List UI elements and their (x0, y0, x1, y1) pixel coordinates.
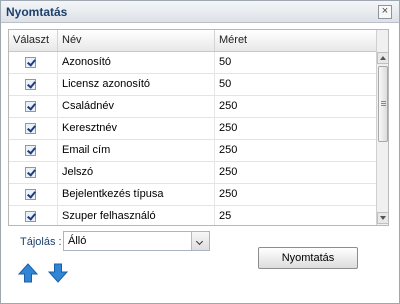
chevron-down-icon[interactable] (191, 232, 209, 250)
arrow-up-icon[interactable] (18, 263, 38, 283)
name-cell: Családnév (58, 96, 215, 118)
fields-grid: Választ Név Méret Azonosító 50 Licensz a… (8, 29, 389, 226)
scroll-down-button[interactable] (377, 212, 388, 224)
grip-icon (381, 101, 386, 102)
orientation-select[interactable]: Álló (63, 231, 210, 251)
row-checkbox[interactable] (25, 145, 36, 156)
select-cell (9, 184, 58, 206)
select-cell (9, 96, 58, 118)
name-cell: Bejelentkezés típusa (58, 184, 215, 206)
select-cell (9, 140, 58, 162)
name-cell: Keresztnév (58, 118, 215, 140)
vertical-scrollbar[interactable] (376, 30, 388, 225)
select-cell (9, 162, 58, 184)
row-checkbox[interactable] (25, 167, 36, 178)
size-cell: 250 (219, 144, 238, 156)
print-dialog: Nyomtatás × Választ Név Méret Azonosító … (0, 0, 400, 304)
table-row[interactable]: Email cím 250 (9, 140, 376, 162)
scroll-up-icon (380, 56, 386, 60)
size-cell: 250 (219, 188, 238, 200)
orientation-label: Tájolás : (20, 236, 62, 248)
name-cell: Azonosító (58, 52, 215, 74)
select-cell (9, 118, 58, 140)
size-cell: 250 (219, 166, 238, 178)
name-cell: Licensz azonosító (58, 74, 215, 96)
table-row[interactable]: Családnév 250 (9, 96, 376, 118)
table-row[interactable]: Azonosító 50 (9, 52, 376, 74)
select-cell (9, 74, 58, 96)
name-cell: Jelszó (58, 162, 215, 184)
size-cell: 50 (219, 78, 232, 90)
row-checkbox[interactable] (25, 101, 36, 112)
name-cell: Szuper felhasználó (58, 206, 215, 225)
row-checkbox[interactable] (25, 79, 36, 90)
print-button[interactable]: Nyomtatás (258, 247, 358, 269)
close-button[interactable]: × (378, 5, 392, 19)
grip-icon (381, 105, 386, 106)
dialog-titlebar: Nyomtatás × (1, 1, 399, 23)
size-cell: 25 (219, 210, 232, 222)
size-cell: 50 (219, 56, 232, 68)
scroll-up-button[interactable] (377, 52, 388, 64)
table-row[interactable]: Licensz azonosító 50 (9, 74, 376, 96)
row-checkbox[interactable] (25, 57, 36, 68)
table-row[interactable]: Jelszó 250 (9, 162, 376, 184)
scroll-thumb[interactable] (378, 66, 388, 142)
column-header-name[interactable]: Név (58, 30, 215, 51)
name-cell: Email cím (58, 140, 215, 162)
arrow-down-icon[interactable] (48, 263, 68, 283)
select-cell (9, 52, 58, 74)
size-cell: 250 (219, 100, 238, 112)
select-cell (9, 206, 58, 225)
table-row[interactable]: Keresztnév 250 (9, 118, 376, 140)
grip-icon (381, 103, 386, 104)
orientation-value: Álló (68, 235, 87, 247)
dialog-title: Nyomtatás (6, 5, 68, 19)
row-checkbox[interactable] (25, 211, 36, 222)
column-header-select[interactable]: Választ (9, 30, 58, 51)
grid-header: Választ Név Méret (9, 30, 376, 52)
column-header-size[interactable]: Méret (215, 30, 376, 51)
table-row[interactable]: Szuper felhasználó 25 (9, 206, 376, 225)
row-checkbox[interactable] (25, 123, 36, 134)
size-cell: 250 (219, 122, 238, 134)
table-row[interactable]: Bejelentkezés típusa 250 (9, 184, 376, 206)
scroll-down-icon (380, 216, 386, 220)
row-checkbox[interactable] (25, 189, 36, 200)
